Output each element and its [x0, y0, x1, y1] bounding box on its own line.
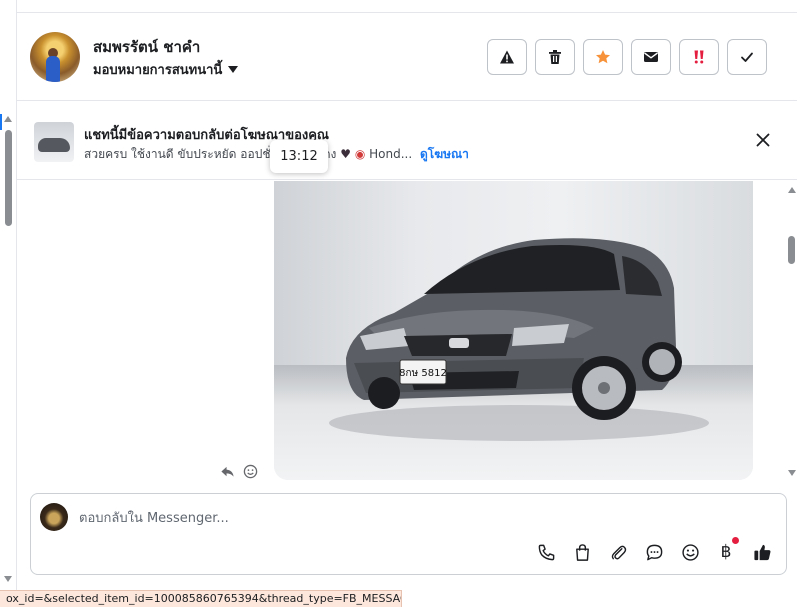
- mark-unread-button[interactable]: [631, 39, 671, 75]
- delete-button[interactable]: [535, 39, 575, 75]
- envelope-icon: [644, 52, 658, 62]
- car-photo-message[interactable]: 8กษ 5812: [274, 181, 753, 480]
- ad-thumbnail[interactable]: [34, 122, 74, 162]
- scroll-down-arrow-icon[interactable]: [788, 470, 796, 476]
- shopping-bag-icon: [575, 543, 589, 561]
- assign-label: มอบหมายการสนทนานี้: [93, 63, 223, 78]
- scroll-up-arrow-icon[interactable]: [788, 187, 796, 193]
- reply-input[interactable]: [79, 507, 679, 529]
- message-thread[interactable]: 8กษ 5812: [17, 181, 787, 488]
- report-button[interactable]: [487, 39, 527, 75]
- trash-icon: [549, 50, 561, 64]
- ad-reply-banner: แชทนี้มีข้อความตอบกลับต่อโฆษณาของคุณ สวย…: [17, 102, 797, 180]
- thread-scrollbar[interactable]: [787, 181, 797, 488]
- emoji-button[interactable]: [680, 542, 700, 562]
- composer-toolbar: ฿: [536, 537, 772, 562]
- warning-icon: [500, 50, 514, 64]
- message-actions: [220, 464, 258, 479]
- inbox-conversation-page: สมพรรัตน์ ชาคำ มอบหมายการสนทนานี้ แชทนี้…: [0, 0, 797, 607]
- smiley-icon: [681, 543, 699, 561]
- page-avatar: [40, 503, 68, 531]
- header-actions: [487, 39, 767, 75]
- paperclip-icon: [611, 545, 626, 559]
- notification-dot: [732, 537, 739, 544]
- page-scrollbar[interactable]: [0, 0, 17, 590]
- spam-button[interactable]: [679, 39, 719, 75]
- scroll-down-arrow-icon[interactable]: [4, 576, 12, 582]
- scrollbar-thumb[interactable]: [5, 130, 12, 226]
- double-exclamation-icon: [694, 50, 704, 64]
- check-icon: [741, 52, 753, 62]
- saved-replies-button[interactable]: [644, 542, 664, 562]
- view-ad-link[interactable]: ดูโฆษณา: [420, 147, 469, 161]
- baht-currency-icon: ฿: [720, 542, 732, 562]
- heart-icon: ♥: [340, 147, 351, 161]
- reaction-smiley-icon[interactable]: [243, 464, 258, 479]
- shop-button[interactable]: [572, 542, 592, 562]
- close-icon[interactable]: [755, 132, 771, 148]
- timestamp-tooltip: 13:12: [270, 140, 328, 173]
- status-bar-url: ox_id=&selected_item_id=100085860765394&…: [0, 590, 402, 607]
- contact-avatar[interactable]: [30, 32, 80, 82]
- license-plate-text: 8กษ 5812: [399, 368, 447, 379]
- contact-name[interactable]: สมพรรัตน์ ชาคำ: [93, 35, 200, 59]
- attach-button[interactable]: [608, 542, 628, 562]
- reply-icon[interactable]: [220, 464, 235, 479]
- car-image: 8กษ 5812: [329, 238, 709, 441]
- like-button[interactable]: [752, 542, 772, 562]
- call-button[interactable]: [536, 542, 556, 562]
- caret-down-icon: [228, 66, 239, 73]
- payment-button[interactable]: ฿: [716, 537, 739, 562]
- active-indicator: [0, 114, 2, 130]
- scroll-up-arrow-icon[interactable]: [4, 116, 12, 122]
- message-composer: ฿: [30, 493, 787, 575]
- conversation-header: สมพรรัตน์ ชาคำ มอบหมายการสนทนานี้: [17, 13, 797, 101]
- thread-scrollbar-thumb[interactable]: [788, 236, 795, 264]
- done-button[interactable]: [727, 39, 767, 75]
- car-emoji-icon: ◉: [354, 147, 366, 161]
- phone-icon: [538, 544, 554, 560]
- chat-bubble-icon: [646, 544, 662, 560]
- assign-conversation-dropdown[interactable]: มอบหมายการสนทนานี้: [93, 59, 239, 80]
- star-icon: [596, 50, 610, 64]
- star-button[interactable]: [583, 39, 623, 75]
- thumbs-up-icon: [753, 544, 770, 560]
